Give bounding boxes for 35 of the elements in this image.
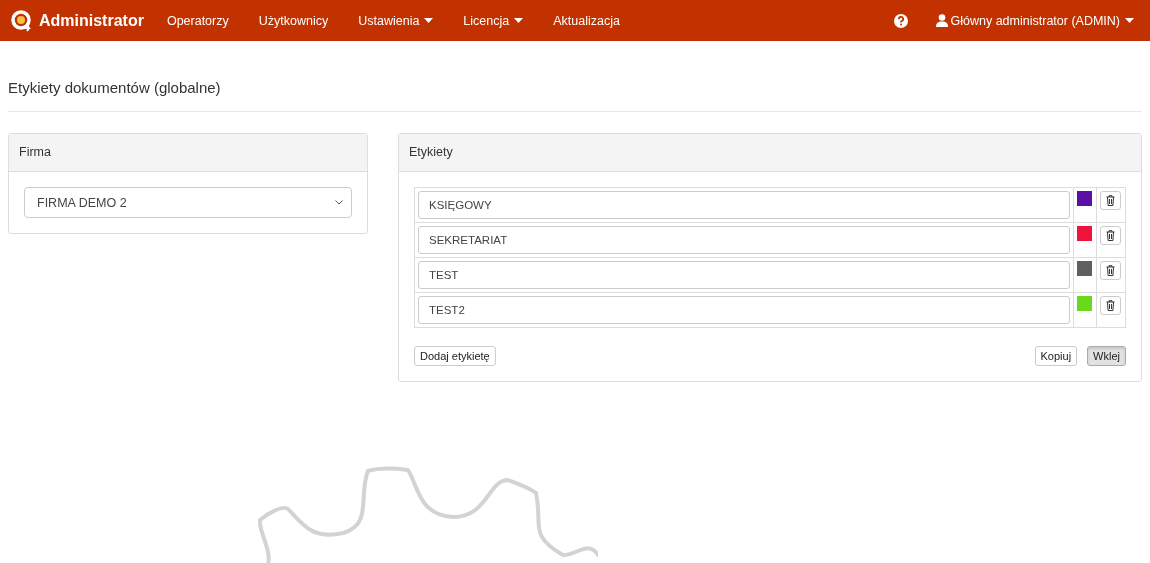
user-menu[interactable]: Główny administrator (ADMIN) (929, 0, 1140, 41)
trash-icon (1106, 265, 1115, 276)
company-select[interactable]: FIRMA DEMO 2 (24, 187, 352, 218)
color-swatch[interactable] (1077, 191, 1092, 206)
nav-link[interactable]: Licencja (448, 0, 539, 41)
nav-link[interactable]: Operatorzy (151, 0, 244, 41)
page-title: Etykiety dokumentów (globalne) (8, 41, 1142, 112)
user-icon (935, 14, 948, 27)
copy-button[interactable]: Kopiuj (1034, 346, 1078, 366)
color-swatch[interactable] (1077, 261, 1092, 276)
nav-link[interactable]: Aktualizacja (538, 0, 635, 41)
logo-icon (11, 9, 33, 32)
panel-heading: Firma (9, 134, 367, 172)
delete-button[interactable] (1100, 296, 1121, 315)
paste-button[interactable]: Wklej (1087, 346, 1126, 366)
label-input[interactable]: TEST2 (418, 296, 1070, 324)
label-input[interactable]: KSIĘGOWY (418, 191, 1070, 219)
color-swatch[interactable] (1077, 296, 1092, 311)
nav-link[interactable]: Użytkownicy (243, 0, 344, 41)
caret-icon (1125, 18, 1134, 23)
color-swatch[interactable] (1077, 226, 1092, 241)
nav-link[interactable]: Ustawienia (343, 0, 449, 41)
brand-title[interactable]: Administrator (39, 11, 144, 30)
chevron-icon (335, 200, 343, 205)
delete-button[interactable] (1100, 226, 1121, 245)
add-label-button[interactable]: Dodaj etykietę (414, 346, 496, 366)
delete-button[interactable] (1100, 191, 1121, 210)
help-icon[interactable] (893, 13, 908, 28)
delete-button[interactable] (1100, 261, 1121, 280)
label-input[interactable]: SEKRETARIAT (418, 226, 1070, 254)
panel-heading: Etykiety (399, 134, 1141, 172)
trash-icon (1106, 195, 1115, 206)
trash-icon (1106, 230, 1115, 241)
label-input[interactable]: TEST (418, 261, 1070, 289)
trash-icon (1106, 300, 1115, 311)
